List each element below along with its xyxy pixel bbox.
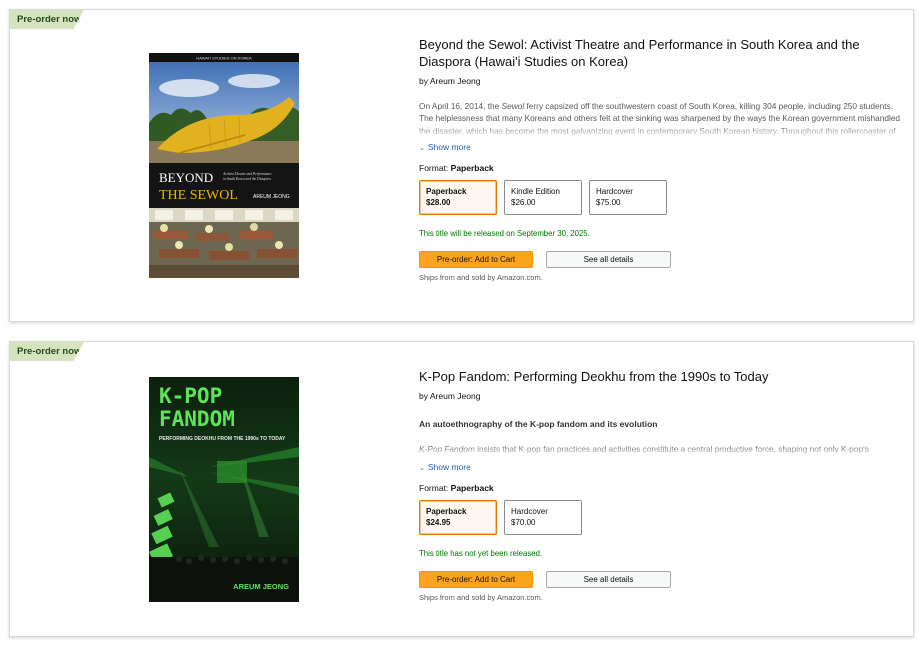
format-name: Paperback [426, 187, 467, 196]
preorder-add-to-cart-button[interactable]: Pre-order: Add to Cart [419, 251, 533, 268]
see-all-details-button[interactable]: See all details [546, 251, 671, 268]
format-name: Paperback [426, 507, 467, 516]
show-more-link[interactable]: ⌄ Show more [419, 462, 471, 472]
show-more-label: Show more [427, 462, 471, 472]
show-more-label: Show more [427, 142, 471, 152]
action-buttons: Pre-order: Add to Cart See all details [419, 251, 903, 268]
cover-subtitle: Activist Theatre and Performance [222, 172, 272, 176]
show-more-link[interactable]: ⌄ Show more [419, 142, 471, 152]
cover-title-line1: BEYOND [159, 170, 213, 185]
product-title-link[interactable]: Beyond the Sewol: Activist Theatre and P… [419, 36, 903, 70]
product-info: Beyond the Sewol: Activist Theatre and P… [419, 36, 903, 282]
format-price: $24.95 [426, 518, 451, 527]
cover-author: AREUM JEONG [233, 582, 289, 591]
cover-series-text: HAWAI'I STUDIES ON KOREA [196, 56, 252, 61]
see-all-details-button[interactable]: See all details [546, 571, 671, 588]
format-price: $28.00 [426, 198, 451, 207]
chevron-down-icon: ⌄ [419, 465, 425, 472]
chevron-down-icon: ⌄ [419, 145, 425, 152]
book-cover-image[interactable]: HAWAI'I STUDIES ON KOREA BEYOND THE SEWO… [149, 53, 299, 278]
cover-title-line1: K-POP [159, 384, 222, 408]
format-option-kindle[interactable]: Kindle Edition $26.00 [504, 180, 582, 215]
cover-author: AREUM JEONG [253, 194, 290, 200]
cover-title-line2: FANDOM [159, 407, 235, 431]
cover-title-line2: THE SEWOL [159, 188, 238, 203]
format-name: Hardcover [596, 187, 633, 196]
ships-from-text: Ships from and sold by Amazon.com. [419, 593, 543, 602]
format-options: Paperback $28.00 Kindle Edition $26.00 H… [419, 180, 903, 215]
cover-subtitle: PERFORMING DEOKHU FROM THE 1990s TO TODA… [159, 436, 286, 442]
format-line: Format: Paperback [419, 163, 903, 173]
release-note: This title will be released on September… [419, 229, 590, 238]
format-option-paperback[interactable]: Paperback $28.00 [419, 180, 497, 215]
author-byline: by Areum Jeong [419, 76, 481, 86]
preorder-add-to-cart-button[interactable]: Pre-order: Add to Cart [419, 571, 533, 588]
preorder-badge: Pre-order now [10, 10, 84, 29]
format-option-hardcover[interactable]: Hardcover $70.00 [504, 500, 582, 535]
format-options: Paperback $24.95 Hardcover $70.00 [419, 500, 903, 535]
product-info: K-Pop Fandom: Performing Deokhu from the… [419, 368, 903, 602]
preorder-badge: Pre-order now [10, 342, 84, 361]
format-name: Hardcover [511, 507, 548, 516]
format-name: Kindle Edition [511, 187, 560, 196]
cover-subtitle-2: in South Korea and the Diaspora [223, 177, 271, 181]
blurb-heading: An autoethnography of the K-pop fandom a… [419, 419, 658, 429]
format-value: Paperback [450, 483, 494, 493]
product-title-link[interactable]: K-Pop Fandom: Performing Deokhu from the… [419, 368, 903, 385]
book-cover-image[interactable]: K-POP FANDOM PERFORMING DEOKHU FROM THE … [149, 377, 299, 602]
product-description: On April 16, 2014, the Sewol ferry capsi… [419, 100, 903, 137]
format-price: $26.00 [511, 198, 536, 207]
action-buttons: Pre-order: Add to Cart See all details [419, 571, 903, 588]
author-byline: by Areum Jeong [419, 391, 481, 401]
format-label: Format: [419, 483, 449, 493]
format-line: Format: Paperback [419, 483, 903, 493]
release-note: This title has not yet been released. [419, 549, 543, 558]
format-value: Paperback [450, 163, 494, 173]
product-card: Pre-order now K-POP FANDOM PERFORMING DE… [9, 341, 914, 637]
ships-from-text: Ships from and sold by Amazon.com. [419, 273, 543, 282]
product-card: Pre-order now HAWAI'I STUDIES ON KOREA B… [9, 9, 914, 322]
format-price: $75.00 [596, 198, 621, 207]
format-price: $70.00 [511, 518, 536, 527]
format-option-paperback[interactable]: Paperback $24.95 [419, 500, 497, 535]
product-description: K-Pop Fandom insists that K-pop fan prac… [419, 443, 903, 457]
format-label: Format: [419, 163, 449, 173]
format-option-hardcover[interactable]: Hardcover $75.00 [589, 180, 667, 215]
